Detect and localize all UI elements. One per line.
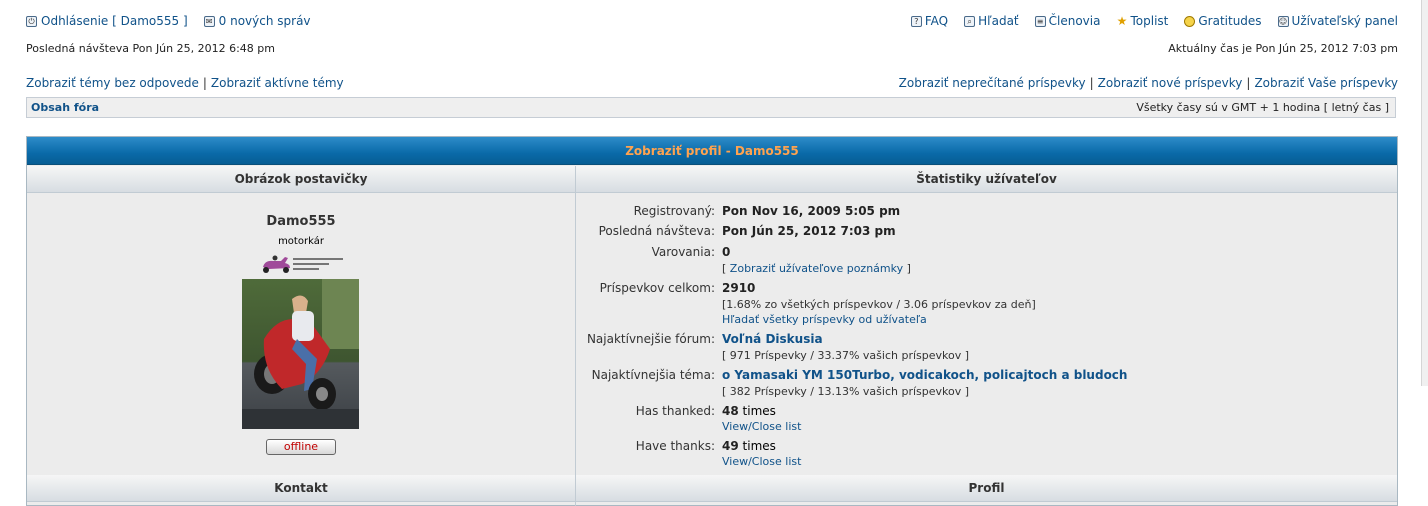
- nav-gratitudes-label[interactable]: Gratitudes: [1198, 14, 1261, 28]
- active-forum-label: Najaktívnejšie fórum:: [586, 332, 715, 346]
- nav-search[interactable]: ⌕ Hľadať: [964, 14, 1019, 28]
- warnings-value-wrap: 0: [722, 245, 730, 259]
- timezone-text: Všetky časy sú v GMT + 1 hodina [ letný …: [1136, 101, 1389, 114]
- top-bar: ⏻ Odhlásenie [ Damo555 ] ✉ 0 nových sprá…: [26, 11, 1398, 31]
- profile-caption: Zobraziť profil - Damo555: [27, 137, 1397, 165]
- have-thanks-value: 49: [722, 439, 739, 453]
- has-thanked-toggle-link[interactable]: View/Close list: [722, 420, 801, 433]
- posts-search-wrap: Hľadať všetky príspevky od užívateľa: [722, 313, 927, 326]
- warnings-value: 0: [722, 245, 731, 259]
- last-visit-text: Posledná návšteva Pon Jún 25, 2012 6:48 …: [26, 42, 275, 55]
- user-panel-icon: ☺: [1277, 15, 1289, 27]
- rank-title: motorkár: [278, 236, 324, 247]
- rank-scooter-icon: [263, 255, 343, 273]
- profile-table: Zobraziť profil - Damo555 Obrázok postav…: [26, 136, 1398, 506]
- messages-link[interactable]: 0 nových správ: [219, 14, 311, 28]
- has-thanked-value-wrap: 48 times: [722, 404, 776, 418]
- posts-detail: [1.68% zo všetkých príspevkov / 3.06 prí…: [722, 298, 1036, 311]
- top-nav: ? FAQ ⌕ Hľadať ≡ Členovia ★ Toplist Gratitud…: [910, 13, 1398, 28]
- nav-faq-label[interactable]: FAQ: [925, 14, 948, 28]
- your-posts-link[interactable]: Zobraziť Vaše príspevky: [1254, 76, 1398, 90]
- profile-header: Profil: [576, 475, 1397, 502]
- nav-user-panel-label[interactable]: Užívateľský panel: [1292, 14, 1398, 28]
- messages-icon: ✉: [203, 15, 215, 27]
- quick-links: Zobraziť témy bez odpovede | Zobraziť aktí…: [26, 76, 1398, 90]
- avatar-image: [242, 279, 359, 429]
- nav-toplist[interactable]: ★ Toplist: [1116, 13, 1169, 28]
- active-topics-link[interactable]: Zobraziť aktívne témy: [211, 76, 344, 90]
- avatar-header: Obrázok postavičky: [27, 166, 575, 193]
- active-forum-value-wrap: Voľná Diskusia: [722, 332, 823, 346]
- top-left: ⏻ Odhlásenie [ Damo555 ] ✉ 0 nových sprá…: [26, 14, 311, 28]
- online-status-badge: offline: [266, 439, 336, 455]
- has-thanked-label: Has thanked:: [635, 404, 715, 418]
- posts-value: 2910: [722, 281, 756, 295]
- avatar-cell: Damo555 motorkár offline: [27, 194, 575, 474]
- breadcrumb-index[interactable]: Obsah fóra: [31, 101, 99, 114]
- have-thanks-label: Have thanks:: [635, 439, 715, 453]
- logout-link[interactable]: Odhlásenie [ Damo555 ]: [41, 14, 188, 28]
- registered-value: Pon Nov 16, 2009 5:05 pm: [722, 204, 901, 218]
- nav-members[interactable]: ≡ Členovia: [1034, 14, 1101, 28]
- stats-header: Štatistiky užívateľov: [576, 166, 1397, 193]
- active-forum-detail: [ 971 Príspevky / 33.37% vašich príspevk…: [722, 349, 970, 362]
- unanswered-topics-link[interactable]: Zobraziť témy bez odpovede: [26, 76, 199, 90]
- nav-members-label[interactable]: Členovia: [1049, 14, 1101, 28]
- nav-search-label[interactable]: Hľadať: [978, 14, 1019, 28]
- nav-gratitudes[interactable]: Gratitudes: [1184, 14, 1262, 28]
- warnings-notes: [ Zobraziť užívateľove poznámky ]: [722, 262, 911, 275]
- registered-value-wrap: Pon Nov 16, 2009 5:05 pm: [722, 204, 900, 218]
- have-thanks-list-wrap: View/Close list: [722, 455, 801, 468]
- posts-label: Príspevkov celkom:: [599, 281, 715, 295]
- warnings-label: Varovania:: [651, 245, 715, 259]
- last-visit-value-wrap: Pon Jún 25, 2012 7:03 pm: [722, 224, 896, 238]
- has-thanked-unit: times: [742, 404, 776, 418]
- star-icon: ★: [1116, 13, 1128, 28]
- have-thanks-value-wrap: 49 times: [722, 439, 776, 453]
- active-topic-label: Najaktívnejšia téma:: [591, 368, 715, 382]
- active-topic-value-wrap: o Yamasaki YM 150Turbo, vodicakoch, poli…: [722, 368, 1127, 382]
- active-topic-detail: [ 382 Príspevky / 13.13% vašich príspevk…: [722, 385, 970, 398]
- unread-posts-link[interactable]: Zobraziť neprečítané príspevky: [899, 76, 1086, 90]
- visit-info: Posledná návšteva Pon Jún 25, 2012 6:48 …: [26, 42, 1398, 55]
- gratitudes-icon: [1184, 15, 1196, 27]
- user-notes-link[interactable]: Zobraziť užívateľove poznámky: [730, 262, 903, 275]
- has-thanked-list-wrap: View/Close list: [722, 420, 801, 433]
- have-thanks-unit: times: [742, 439, 776, 453]
- active-forum-link[interactable]: Voľná Diskusia: [722, 332, 823, 346]
- posts-value-wrap: 2910: [722, 281, 755, 295]
- has-thanked-value: 48: [722, 404, 739, 418]
- username: Damo555: [266, 214, 336, 229]
- contact-header: Kontakt: [27, 475, 575, 502]
- last-visit-value: Pon Jún 25, 2012 7:03 pm: [722, 224, 896, 238]
- have-thanks-toggle-link[interactable]: View/Close list: [722, 455, 801, 468]
- nav-faq[interactable]: ? FAQ: [910, 14, 948, 28]
- nav-toplist-label[interactable]: Toplist: [1130, 14, 1168, 28]
- search-user-posts-link[interactable]: Hľadať všetky príspevky od užívateľa: [722, 313, 927, 326]
- breadcrumb-bar: Obsah fóra Všetky časy sú v GMT + 1 hodi…: [26, 97, 1396, 118]
- nav-user-panel[interactable]: ☺ Užívateľský panel: [1277, 14, 1398, 28]
- members-icon: ≡: [1034, 15, 1046, 27]
- search-icon: ⌕: [964, 15, 976, 27]
- last-visit-label: Posledná návšteva:: [598, 224, 715, 238]
- page-scrollbar[interactable]: [1421, 0, 1428, 386]
- registered-label: Registrovaný:: [633, 204, 715, 218]
- logout-icon: ⏻: [26, 15, 37, 27]
- active-topic-link[interactable]: o Yamasaki YM 150Turbo, vodicakoch, poli…: [722, 368, 1127, 382]
- new-posts-link[interactable]: Zobraziť nové príspevky: [1098, 76, 1243, 90]
- faq-icon: ?: [910, 15, 922, 27]
- current-time-text: Aktuálny čas je Pon Jún 25, 2012 7:03 pm: [1168, 42, 1398, 55]
